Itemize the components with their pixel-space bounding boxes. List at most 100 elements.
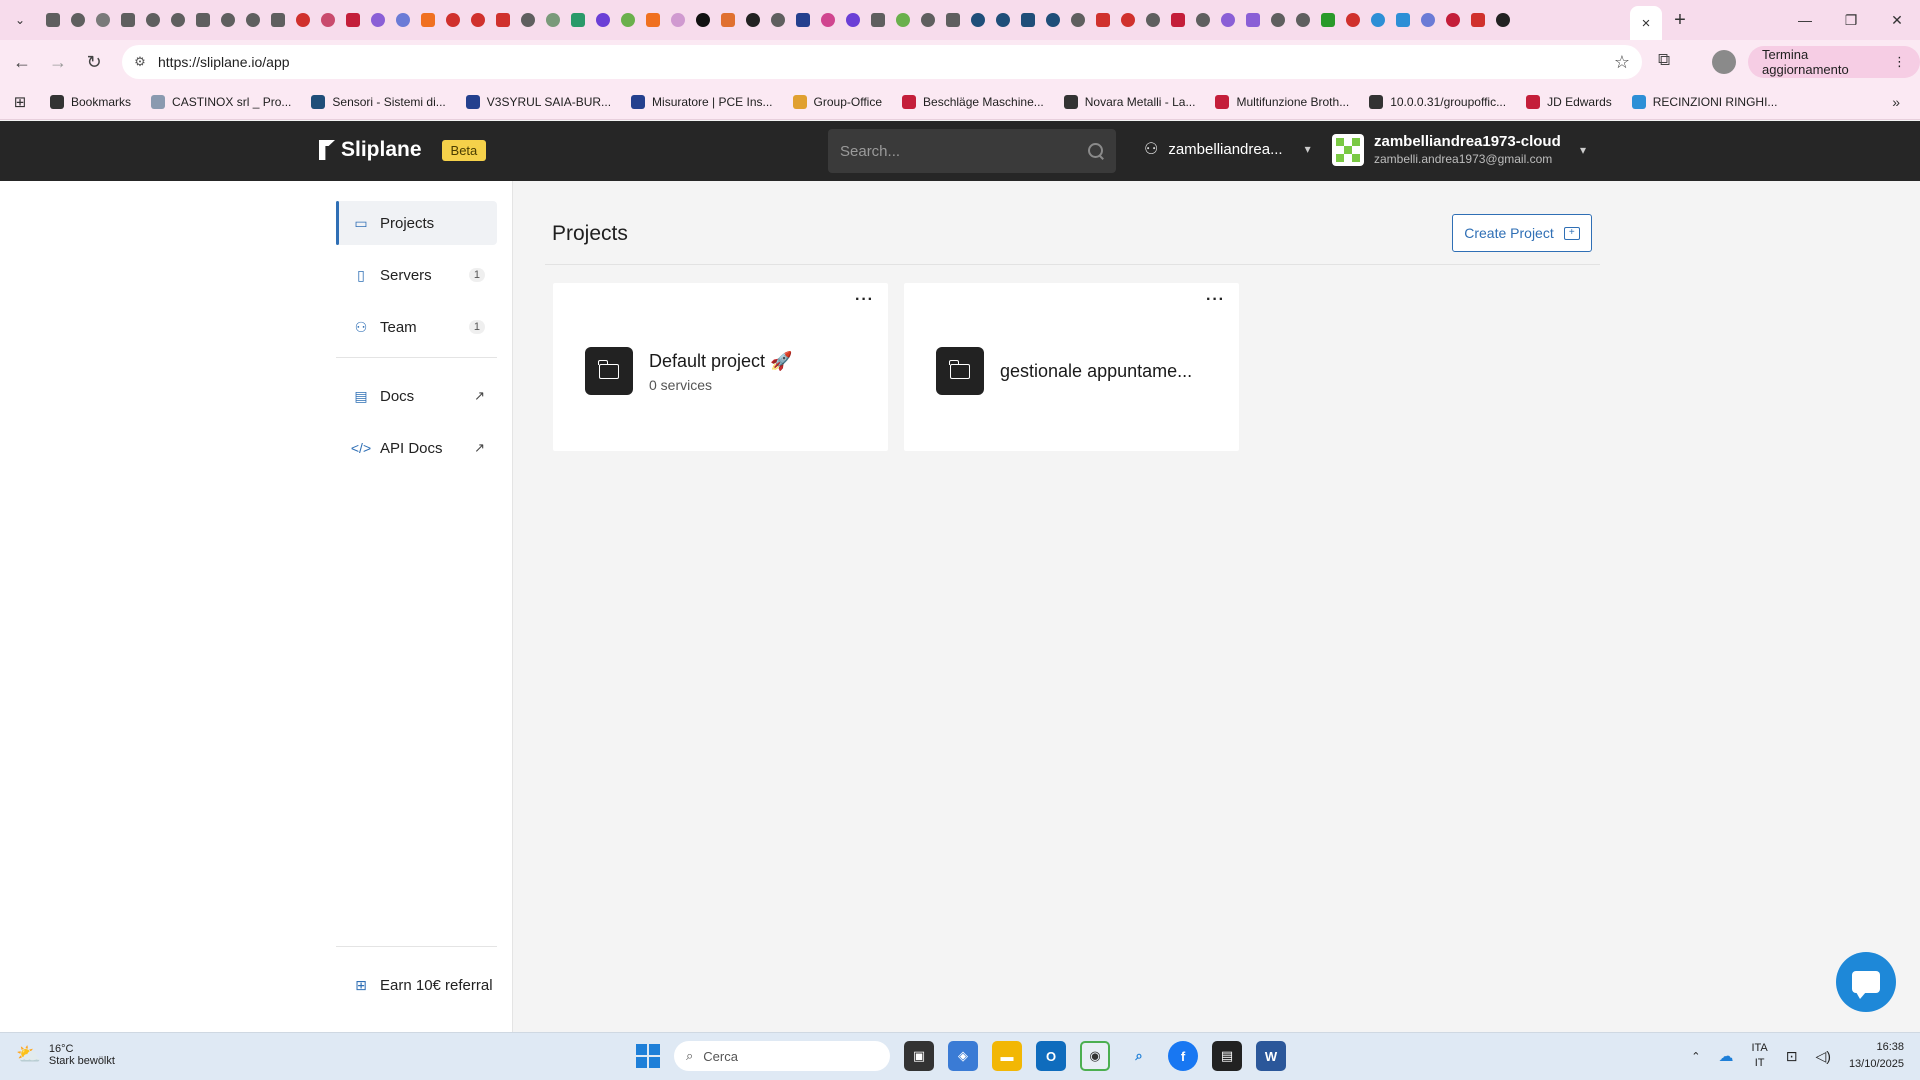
browser-tab[interactable] xyxy=(1265,0,1290,40)
browser-tab[interactable] xyxy=(390,0,415,40)
browser-tab[interactable] xyxy=(940,0,965,40)
bookmark-item[interactable]: Multifunzione Broth... xyxy=(1205,84,1359,120)
browser-tab[interactable] xyxy=(1090,0,1115,40)
bookmark-item[interactable]: 10.0.0.31/groupoffic... xyxy=(1359,84,1516,120)
more-menu-icon[interactable]: ⋮ xyxy=(1893,54,1906,70)
browser-tab[interactable] xyxy=(40,0,65,40)
browser-tab[interactable] xyxy=(1315,0,1340,40)
search-icon[interactable] xyxy=(1088,143,1104,159)
task-view-icon[interactable]: ▣ xyxy=(904,1041,934,1071)
browser-tab[interactable] xyxy=(465,0,490,40)
browser-tab[interactable] xyxy=(890,0,915,40)
browser-tab[interactable] xyxy=(515,0,540,40)
browser-tab[interactable] xyxy=(115,0,140,40)
store-icon[interactable]: ▤ xyxy=(1212,1041,1242,1071)
bookmark-item[interactable]: CASTINOX srl _ Pro... xyxy=(141,84,301,120)
browser-tab[interactable] xyxy=(815,0,840,40)
browser-tab[interactable] xyxy=(265,0,290,40)
new-tab-button[interactable]: + xyxy=(1662,0,1698,40)
sidebar-item-docs[interactable]: ▤ Docs ↗ xyxy=(336,374,497,418)
network-icon[interactable]: ⊡ xyxy=(1786,1048,1798,1065)
onedrive-icon[interactable]: ☁ xyxy=(1718,1047,1733,1065)
browser-tab[interactable] xyxy=(1115,0,1140,40)
browser-tab[interactable] xyxy=(640,0,665,40)
tab-close-icon[interactable]: × xyxy=(1642,15,1651,32)
close-window-icon[interactable]: ✕ xyxy=(1874,0,1920,40)
browser-tab[interactable] xyxy=(190,0,215,40)
browser-tab[interactable] xyxy=(1340,0,1365,40)
brand-logo[interactable]: Sliplane Beta xyxy=(319,138,487,162)
reload-icon[interactable]: ↻ xyxy=(76,44,112,80)
browser-tab[interactable] xyxy=(790,0,815,40)
volume-icon[interactable]: ◁) xyxy=(1816,1048,1831,1065)
bookmark-item[interactable]: Sensori - Sistemi di... xyxy=(301,84,455,120)
chat-support-button[interactable] xyxy=(1836,952,1896,1012)
update-button[interactable]: Termina aggiornamento ⋮ xyxy=(1748,46,1920,78)
browser-tab[interactable] xyxy=(690,0,715,40)
browser-tab[interactable] xyxy=(1040,0,1065,40)
browser-tab[interactable] xyxy=(665,0,690,40)
browser-tab[interactable] xyxy=(1140,0,1165,40)
sidebar-item-api-docs[interactable]: </> API Docs ↗ xyxy=(336,426,497,470)
browser-tab[interactable] xyxy=(415,0,440,40)
browser-tab[interactable] xyxy=(865,0,890,40)
browser-profile-avatar[interactable] xyxy=(1712,50,1736,74)
browser-tab[interactable] xyxy=(240,0,265,40)
browser-tab[interactable] xyxy=(590,0,615,40)
browser-tab[interactable] xyxy=(140,0,165,40)
bookmark-star-icon[interactable]: ☆ xyxy=(1614,52,1630,73)
site-info-icon[interactable]: ⚙ xyxy=(122,54,158,70)
more-options-icon[interactable]: ··· xyxy=(1206,291,1225,309)
browser-tab[interactable] xyxy=(65,0,90,40)
more-bookmarks-icon[interactable]: » xyxy=(1892,94,1900,110)
browser-tab[interactable] xyxy=(1165,0,1190,40)
address-bar[interactable]: ⚙ https://sliplane.io/app ☆ xyxy=(122,45,1642,79)
browser-tab[interactable] xyxy=(915,0,940,40)
bookmark-item[interactable]: JD Edwards xyxy=(1516,84,1622,120)
project-card[interactable]: ··· Default project 🚀 0 services xyxy=(553,283,888,451)
show-hidden-icons-icon[interactable]: ⌃ xyxy=(1691,1050,1700,1063)
extensions-icon[interactable]: ⧉ xyxy=(1658,50,1670,70)
back-icon[interactable]: ← xyxy=(4,44,40,80)
microsoft-365-icon[interactable]: ◈ xyxy=(948,1041,978,1071)
browser-tab[interactable] xyxy=(215,0,240,40)
bookmark-item[interactable]: V3SYRUL SAIA-BUR... xyxy=(456,84,621,120)
taskbar-search[interactable]: ⌕ Cerca xyxy=(674,1041,890,1071)
browser-tab[interactable] xyxy=(1390,0,1415,40)
bookmark-item[interactable]: Misuratore | PCE Ins... xyxy=(621,84,783,120)
apps-grid-icon[interactable]: ⊞ xyxy=(0,93,40,111)
browser-tab[interactable] xyxy=(340,0,365,40)
active-tab[interactable]: × xyxy=(1630,6,1662,40)
create-project-button[interactable]: Create Project + xyxy=(1452,214,1592,252)
forward-icon[interactable]: → xyxy=(40,44,76,80)
browser-tab[interactable] xyxy=(165,0,190,40)
browser-tab[interactable] xyxy=(290,0,315,40)
browser-tab[interactable] xyxy=(990,0,1015,40)
browser-tab[interactable] xyxy=(365,0,390,40)
restore-icon[interactable]: ❐ xyxy=(1828,0,1874,40)
browser-tab[interactable] xyxy=(1015,0,1040,40)
more-options-icon[interactable]: ··· xyxy=(855,291,874,309)
browser-tab[interactable] xyxy=(315,0,340,40)
account-chevron-down-icon[interactable]: ▾ xyxy=(1580,143,1586,157)
browser-tab[interactable] xyxy=(1440,0,1465,40)
browser-tab[interactable] xyxy=(765,0,790,40)
browser-tab[interactable] xyxy=(1215,0,1240,40)
browser-tab[interactable] xyxy=(1365,0,1390,40)
browser-tab[interactable] xyxy=(1240,0,1265,40)
browser-tab[interactable] xyxy=(1065,0,1090,40)
minimize-icon[interactable]: — xyxy=(1782,0,1828,40)
bookmark-item[interactable]: RECINZIONI RINGHI... xyxy=(1622,84,1788,120)
browser-tab[interactable] xyxy=(1465,0,1490,40)
language-indicator[interactable]: ITA IT xyxy=(1751,1041,1767,1071)
browser-tab[interactable] xyxy=(615,0,640,40)
sidebar-item-servers[interactable]: ▯ Servers 1 xyxy=(336,253,497,297)
browser-tab[interactable] xyxy=(1415,0,1440,40)
browser-tab[interactable] xyxy=(965,0,990,40)
bookmark-item[interactable]: Bookmarks xyxy=(40,84,141,120)
browser-tab[interactable] xyxy=(840,0,865,40)
bookmark-item[interactable]: Group-Office xyxy=(783,84,892,120)
sidebar-item-team[interactable]: ⚇ Team 1 xyxy=(336,305,497,349)
browser-tab[interactable] xyxy=(90,0,115,40)
browser-tab[interactable] xyxy=(440,0,465,40)
